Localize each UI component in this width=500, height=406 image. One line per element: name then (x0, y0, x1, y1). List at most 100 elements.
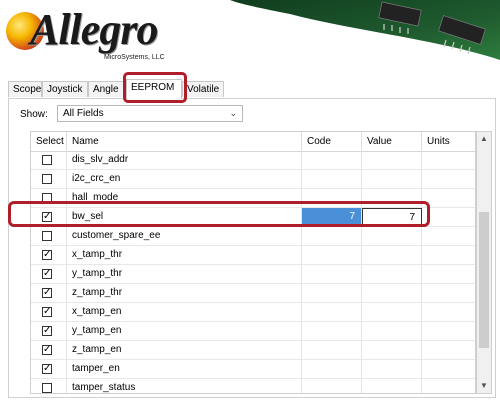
value-cell[interactable] (362, 265, 422, 283)
chevron-down-icon: ⌄ (229, 108, 237, 118)
show-dropdown[interactable]: All Fields ⌄ (57, 105, 243, 122)
scroll-up-arrow-icon[interactable]: ▲ (477, 132, 491, 146)
units-cell[interactable] (422, 246, 475, 264)
select-cell: ✓ (31, 303, 67, 321)
name-cell: i2c_crc_en (67, 170, 302, 188)
column-header-code[interactable]: Code (302, 132, 362, 151)
code-cell[interactable] (302, 360, 362, 378)
units-cell[interactable] (422, 322, 475, 340)
tab-label: Joystick (47, 84, 83, 95)
column-header-select[interactable]: Select (31, 132, 67, 151)
code-cell[interactable] (302, 303, 362, 321)
logo-text: Allegro (30, 5, 158, 54)
value-cell[interactable] (362, 284, 422, 302)
name-cell: z_tamp_thr (67, 284, 302, 302)
units-cell[interactable] (422, 284, 475, 302)
column-header-value[interactable]: Value (362, 132, 422, 151)
units-cell[interactable] (422, 170, 475, 188)
units-cell[interactable] (422, 360, 475, 378)
table-row[interactable]: ✓ x_tamp_thr (31, 246, 475, 265)
table-row[interactable]: ✓ x_tamp_en (31, 303, 475, 322)
selected-row-highlight-frame (8, 201, 430, 227)
select-cell (31, 151, 67, 169)
units-cell[interactable] (422, 303, 475, 321)
select-cell: ✓ (31, 246, 67, 264)
code-cell[interactable] (302, 322, 362, 340)
checkbox-checked[interactable]: ✓ (42, 345, 52, 355)
name-cell: x_tamp_thr (67, 246, 302, 264)
tab-volatile[interactable]: Volatile (182, 81, 224, 97)
code-cell[interactable] (302, 246, 362, 264)
name-cell: z_tamp_en (67, 341, 302, 359)
checkbox-unchecked[interactable] (42, 155, 52, 165)
units-cell[interactable] (422, 189, 475, 207)
units-cell[interactable] (422, 151, 475, 169)
checkbox-checked[interactable]: ✓ (42, 326, 52, 336)
code-cell[interactable] (302, 170, 362, 188)
vertical-scrollbar[interactable]: ▲ ▼ (476, 131, 492, 394)
scroll-down-arrow-icon[interactable]: ▼ (477, 379, 491, 393)
select-cell (31, 379, 67, 393)
code-cell[interactable] (302, 341, 362, 359)
name-cell: tamper_en (67, 360, 302, 378)
checkbox-checked[interactable]: ✓ (42, 250, 52, 260)
value-cell[interactable] (362, 170, 422, 188)
name-cell: tamper_status (67, 379, 302, 393)
value-cell[interactable] (362, 341, 422, 359)
active-tab-highlight-frame (123, 72, 187, 103)
table-row[interactable]: ✓ y_tamp_thr (31, 265, 475, 284)
value-cell[interactable] (362, 151, 422, 169)
checkbox-checked[interactable]: ✓ (42, 269, 52, 279)
name-cell: y_tamp_en (67, 322, 302, 340)
name-cell: dis_slv_addr (67, 151, 302, 169)
units-cell[interactable] (422, 379, 475, 393)
table-row[interactable]: i2c_crc_en (31, 170, 475, 189)
select-cell: ✓ (31, 322, 67, 340)
checkbox-checked[interactable]: ✓ (42, 307, 52, 317)
show-dropdown-value: All Fields (63, 108, 104, 119)
table-row[interactable]: ✓ z_tamp_thr (31, 284, 475, 303)
select-cell: ✓ (31, 360, 67, 378)
column-header-name[interactable]: Name (67, 132, 302, 151)
code-cell[interactable] (302, 379, 362, 393)
units-cell[interactable] (422, 208, 475, 226)
units-cell[interactable] (422, 341, 475, 359)
tab-angle[interactable]: Angle (88, 81, 126, 97)
checkbox-unchecked[interactable] (42, 174, 52, 184)
table-row[interactable]: ✓ z_tamp_en (31, 341, 475, 360)
checkbox-checked[interactable]: ✓ (42, 364, 52, 374)
checkbox-checked[interactable]: ✓ (42, 288, 52, 298)
value-cell[interactable] (362, 227, 422, 245)
value-cell[interactable] (362, 246, 422, 264)
banner: Allegro MicroSystems, LLC (0, 0, 500, 74)
tab-scope[interactable]: Scope (8, 81, 42, 97)
tab-label: Volatile (187, 84, 220, 95)
scrollbar-thumb[interactable] (479, 212, 489, 348)
logo-subtext: MicroSystems, LLC (104, 54, 165, 61)
code-cell[interactable] (302, 151, 362, 169)
value-cell[interactable] (362, 322, 422, 340)
units-cell[interactable] (422, 227, 475, 245)
tab-joystick[interactable]: Joystick (42, 81, 88, 97)
table-row[interactable]: tamper_status (31, 379, 475, 393)
name-cell: customer_spare_ee (67, 227, 302, 245)
checkbox-unchecked[interactable] (42, 231, 52, 241)
value-cell[interactable] (362, 303, 422, 321)
value-cell[interactable] (362, 360, 422, 378)
code-cell[interactable] (302, 227, 362, 245)
value-cell[interactable] (362, 379, 422, 393)
table-row[interactable]: dis_slv_addr (31, 151, 475, 170)
checkbox-unchecked[interactable] (42, 383, 52, 393)
select-cell: ✓ (31, 284, 67, 302)
code-cell[interactable] (302, 284, 362, 302)
table-row[interactable]: customer_spare_ee (31, 227, 475, 246)
table-row[interactable]: ✓ tamper_en (31, 360, 475, 379)
show-label: Show: (20, 109, 48, 120)
column-header-units[interactable]: Units (422, 132, 475, 151)
table-row[interactable]: ✓ y_tamp_en (31, 322, 475, 341)
select-cell: ✓ (31, 341, 67, 359)
units-cell[interactable] (422, 265, 475, 283)
code-cell[interactable] (302, 265, 362, 283)
name-cell: x_tamp_en (67, 303, 302, 321)
select-cell (31, 227, 67, 245)
